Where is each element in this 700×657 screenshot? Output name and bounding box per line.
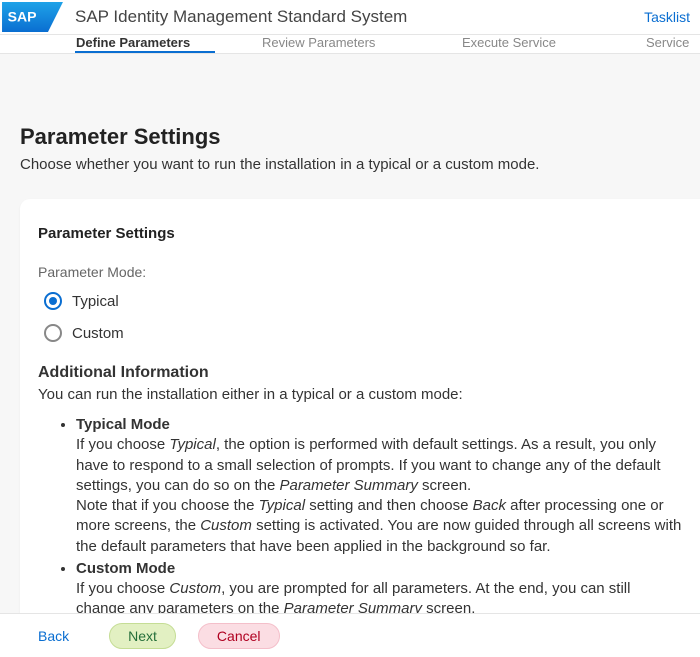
- page-subtitle: Choose whether you want to run the insta…: [20, 156, 700, 173]
- radio-typical[interactable]: Typical: [44, 292, 682, 310]
- radio-label: Custom: [72, 325, 124, 342]
- wizard-step-define-parameters[interactable]: Define Parameters: [0, 35, 200, 53]
- tasklist-link[interactable]: Tasklist: [642, 9, 692, 25]
- cancel-button[interactable]: Cancel: [198, 623, 280, 649]
- next-button[interactable]: Next: [109, 623, 176, 649]
- radio-icon: [44, 292, 62, 310]
- main-content: Parameter Settings Choose whether you wa…: [0, 54, 700, 613]
- app-header: SAP SAP Identity Management Standard Sys…: [0, 0, 700, 34]
- back-button[interactable]: Back: [20, 623, 87, 649]
- additional-info-heading: Additional Information: [38, 364, 682, 382]
- mode-custom: Custom Mode If you choose Custom, you ar…: [76, 559, 682, 613]
- wizard-footer: Back Next Cancel: [0, 613, 700, 657]
- wizard-step-label: Execute Service: [462, 35, 556, 50]
- svg-text:SAP: SAP: [8, 9, 37, 25]
- parameter-settings-card: Parameter Settings Parameter Mode: Typic…: [20, 199, 700, 613]
- wizard-step-service[interactable]: Service: [600, 35, 700, 53]
- mode-typical: Typical Mode If you choose Typical, the …: [76, 415, 682, 557]
- wizard-step-label: Review Parameters: [262, 35, 375, 50]
- mode-typical-heading: Typical Mode: [76, 415, 682, 435]
- app-title: SAP Identity Management Standard System: [75, 7, 642, 27]
- additional-info-intro: You can run the installation either in a…: [38, 386, 682, 403]
- card-section-title: Parameter Settings: [38, 225, 682, 242]
- radio-icon: [44, 324, 62, 342]
- radio-custom[interactable]: Custom: [44, 324, 682, 342]
- parameter-mode-label: Parameter Mode:: [38, 264, 682, 280]
- mode-custom-heading: Custom Mode: [76, 559, 682, 579]
- page-title: Parameter Settings: [20, 124, 700, 150]
- mode-list: Typical Mode If you choose Typical, the …: [38, 415, 682, 613]
- wizard-step-label: Define Parameters: [76, 35, 190, 50]
- radio-label: Typical: [72, 293, 119, 310]
- mode-typical-description: If you choose Typical, the option is per…: [76, 436, 681, 554]
- sap-logo: SAP: [0, 2, 65, 32]
- wizard-step-execute-service[interactable]: Execute Service: [400, 35, 600, 53]
- mode-custom-description: If you choose Custom, you are prompted f…: [76, 580, 630, 613]
- wizard-step-review-parameters[interactable]: Review Parameters: [200, 35, 400, 53]
- wizard-step-label: Service: [646, 35, 689, 50]
- wizard-steps: Define Parameters Review Parameters Exec…: [0, 34, 700, 54]
